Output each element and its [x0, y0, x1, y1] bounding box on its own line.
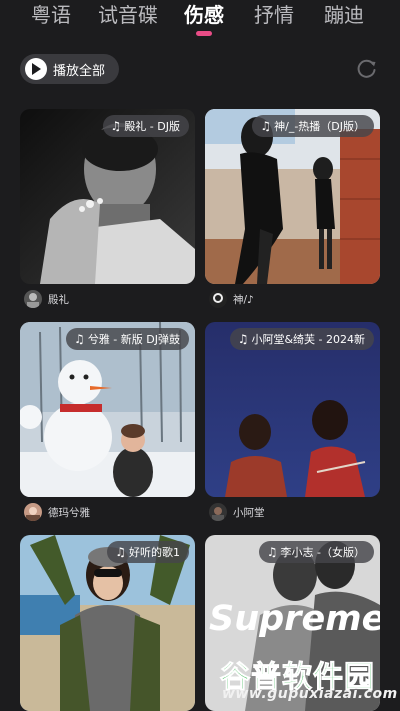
play-icon: [25, 58, 47, 80]
music-note-icon: ♫: [110, 119, 122, 133]
avatar: [209, 503, 227, 521]
artist-name: 殿礼: [48, 293, 69, 306]
artist-name: 神/♪: [233, 293, 254, 306]
avatar: [24, 290, 42, 308]
song-badge: ♫ 殿礼 - DJ版: [102, 115, 189, 137]
song-title: 兮雅 - 新版 DJ弹鼓: [87, 333, 180, 346]
tab-lyrical[interactable]: 抒情: [254, 2, 294, 28]
watermark-url: www.gupuxiazai.com: [222, 686, 398, 702]
song-badge: ♫ 李小志 -（女版）: [258, 541, 374, 563]
song-title: 神/_-热播（DJ版）: [274, 120, 365, 133]
music-note-icon: ♫: [74, 332, 85, 346]
tab-cantonese[interactable]: 粤语: [31, 2, 71, 28]
song-title: 李小志 -（女版）: [280, 546, 365, 559]
song-title: 小阿堂&绮芙 - 2024新: [251, 333, 365, 346]
song-badge: ♫ 神/_-热播（DJ版）: [252, 115, 374, 137]
active-tab-indicator: [196, 31, 212, 36]
song-badge: ♫ 好听的歌1: [107, 541, 189, 563]
music-note-icon: ♫: [266, 545, 278, 559]
artist-row[interactable]: 殿礼: [24, 289, 69, 309]
music-note-icon: ♫: [115, 545, 126, 559]
tab-audio-test[interactable]: 试音碟: [98, 2, 158, 28]
song-title: 殿礼 - DJ版: [124, 120, 180, 133]
artist-row[interactable]: 小阿堂: [209, 502, 265, 522]
cover-text-supreme: Supreme: [209, 599, 380, 639]
artist-row[interactable]: 神/♪: [209, 289, 254, 309]
music-note-icon: ♫: [237, 332, 249, 346]
play-all-label: 播放全部: [53, 63, 106, 79]
music-note-icon: ♫: [260, 119, 272, 133]
artist-row[interactable]: 德玛兮雅: [24, 502, 90, 522]
song-badge: ♫ 小阿堂&绮芙 - 2024新: [229, 328, 374, 350]
tab-sad[interactable]: 伤感: [184, 2, 224, 28]
avatar: [24, 503, 42, 521]
refresh-icon[interactable]: [356, 58, 378, 80]
song-title: 好听的歌1: [129, 546, 180, 559]
avatar: [209, 290, 227, 308]
tab-dance[interactable]: 蹦迪: [324, 2, 364, 28]
artist-name: 小阿堂: [233, 506, 265, 519]
play-all-button[interactable]: 播放全部: [20, 54, 119, 84]
watermark: 谷普软件园 www.gupuxiazai.com: [214, 652, 398, 708]
artist-name: 德玛兮雅: [48, 506, 90, 519]
song-badge: ♫ 兮雅 - 新版 DJ弹鼓: [66, 328, 189, 350]
category-tabs: 粤语 试音碟 伤感 抒情 蹦迪: [0, 0, 400, 40]
